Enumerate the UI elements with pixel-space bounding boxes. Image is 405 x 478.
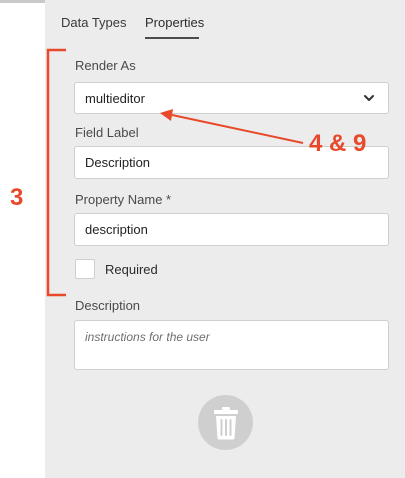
annotation-arrow-head — [160, 109, 173, 121]
annotation-label-4-9: 4 & 9 — [309, 130, 367, 157]
annotation-label-3: 3 — [10, 184, 24, 211]
annotation-bracket — [46, 48, 66, 297]
annotation-overlay — [46, 48, 304, 297]
annotation-arrow-line — [171, 114, 304, 144]
